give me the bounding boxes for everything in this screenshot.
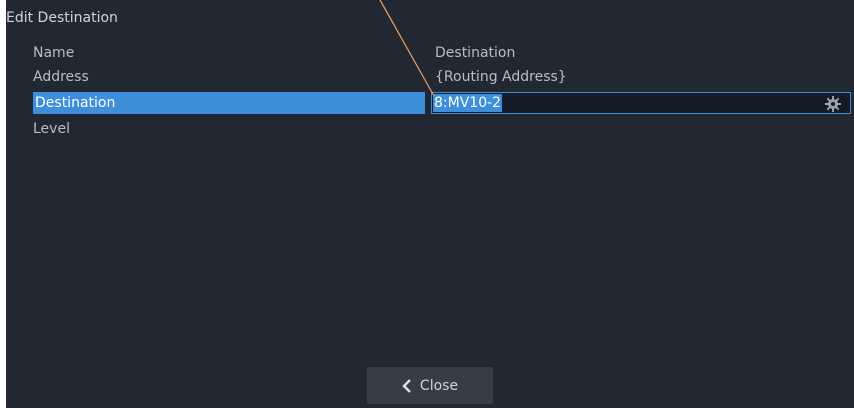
property-value-address: {Routing Address} [435, 69, 567, 85]
property-label-destination: Destination [35, 95, 116, 111]
property-label-name: Name [33, 45, 75, 61]
property-label-address: Address [33, 69, 89, 85]
dialog-title: Edit Destination [6, 10, 118, 26]
property-label-level: Level [33, 121, 70, 137]
chevron-left-icon [402, 378, 411, 393]
property-row-address[interactable]: Address {Routing Address} [33, 66, 823, 88]
edit-destination-dialog: Edit Destination Name Destination Addres… [6, 0, 854, 408]
gear-icon[interactable] [824, 95, 842, 113]
close-button[interactable]: Close [367, 367, 493, 404]
property-row-destination-selected[interactable]: Destination [33, 92, 425, 114]
close-button-label: Close [419, 377, 459, 394]
property-row-level[interactable]: Level [33, 118, 823, 140]
property-row-name[interactable]: Name Destination [33, 42, 823, 64]
property-value-name: Destination [435, 45, 516, 61]
destination-edit-field[interactable]: 8:MV10-2 [431, 92, 851, 114]
destination-edit-value[interactable]: 8:MV10-2 [433, 94, 503, 112]
